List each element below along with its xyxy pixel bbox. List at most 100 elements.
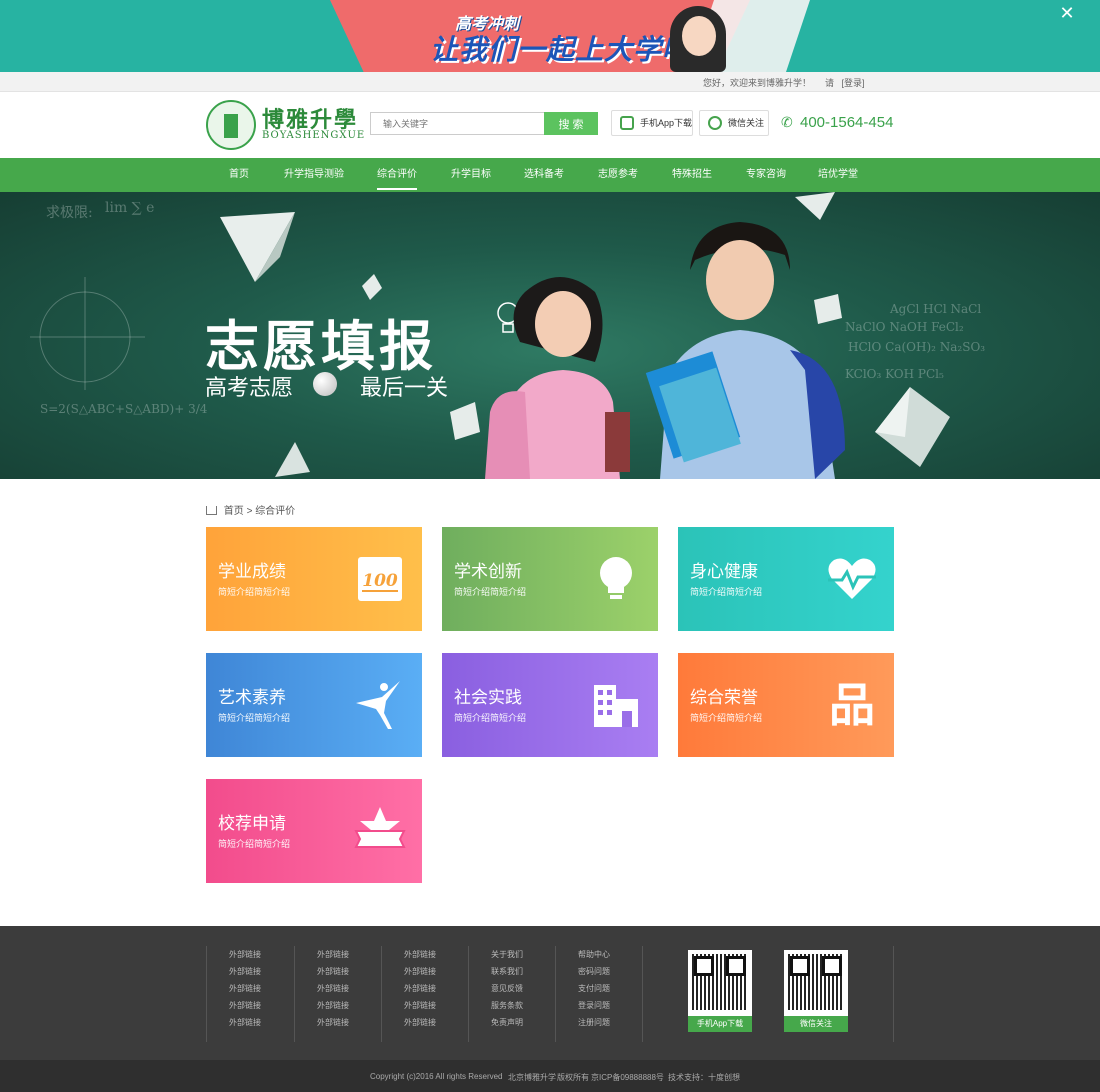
chalk-formula: lim ∑ e [105, 200, 155, 216]
card-art[interactable]: 艺术素养 简短介绍简短介绍 [206, 653, 422, 757]
footer-link-about[interactable]: 关于我们 [469, 946, 556, 963]
footer-link-help[interactable]: 帮助中心 [556, 946, 642, 963]
footer-divider [893, 946, 894, 1042]
card-desc: 简短介绍简短介绍 [690, 587, 763, 597]
nav-item-home[interactable]: 首页 [229, 158, 249, 192]
app-download-label: 手机App下载 [640, 118, 693, 128]
qr-code-icon [692, 954, 748, 1010]
card-title: 身心健康 [690, 562, 758, 581]
footer-link-contact[interactable]: 联系我们 [469, 963, 556, 980]
footer-link[interactable]: 外部链接 [295, 963, 382, 980]
footer-link[interactable]: 外部链接 [382, 963, 469, 980]
breadcrumb-current: 综合评价 [255, 506, 296, 517]
promo-model-face [682, 16, 716, 56]
logo-emblem-icon[interactable] [206, 100, 256, 150]
footer-link[interactable]: 外部链接 [295, 997, 382, 1014]
wechat-qr-code: 微信关注 [784, 950, 848, 1032]
breadcrumb-home[interactable]: 首页 [224, 506, 244, 517]
copyright-company: 北京博雅升学 [508, 1073, 556, 1082]
tech-support: 技术支持：十度创想 [668, 1073, 740, 1082]
search-button[interactable]: 搜 索 [544, 112, 598, 135]
promo-banner[interactable]: 高考冲刺 让我们一起上大学吧 ✕ [0, 0, 1100, 72]
wechat-follow-label: 微信关注 [728, 118, 765, 128]
nav-item-goals[interactable]: 升学目标 [451, 158, 491, 192]
login-area: 请 [登录] [825, 76, 865, 89]
app-qr-code: 手机App下载 [688, 950, 752, 1032]
card-title: 校荐申请 [218, 814, 286, 833]
footer-link[interactable]: 外部链接 [382, 997, 469, 1014]
footer-link[interactable]: 外部链接 [382, 1014, 469, 1031]
chalk-formula: HClO Ca(OH)₂ Na₂SO₃ [848, 340, 986, 354]
footer-link[interactable]: 外部链接 [382, 980, 469, 997]
logo-building-shape [224, 114, 238, 138]
qr-code-icon [788, 954, 844, 1010]
star-badge-icon [354, 807, 406, 848]
card-desc: 简短介绍简短介绍 [218, 713, 291, 723]
footer-link-payment[interactable]: 支付问题 [556, 980, 642, 997]
nav-item-academy[interactable]: 培优学堂 [818, 158, 858, 192]
copyright-bar: Copyright (c)2016 All rights Reserved 北京… [0, 1060, 1100, 1092]
nav-item-application-ref[interactable]: 志愿参考 [598, 158, 638, 192]
top-strip: 您好，欢迎来到博雅升学！ 请 [登录] [0, 72, 1100, 92]
footer-column: 帮助中心 密码问题 支付问题 登录问题 注册问题 [555, 946, 643, 1042]
footer-link-feedback[interactable]: 意见反馈 [469, 980, 556, 997]
footer-link[interactable]: 外部链接 [207, 997, 294, 1014]
close-icon[interactable]: ✕ [1056, 2, 1078, 24]
card-academic-innovation[interactable]: 学术创新 简短介绍简短介绍 [442, 527, 658, 631]
footer-link[interactable]: 外部链接 [295, 980, 382, 997]
card-title: 学术创新 [454, 562, 522, 581]
paper-cube-shape [362, 274, 382, 300]
app-download-button[interactable]: 手机App下载 [611, 110, 693, 136]
nav-item-comprehensive[interactable]: 综合评价 [377, 158, 417, 192]
footer-link[interactable]: 外部链接 [382, 946, 469, 963]
nav-item-special-enroll[interactable]: 特殊招生 [672, 158, 712, 192]
card-social-practice[interactable]: 社会实践 简短介绍简短介绍 [442, 653, 658, 757]
copyright-text: Copyright (c)2016 All rights Reserved [370, 1072, 503, 1081]
logo-subtitle: BOYASHENGXUE [262, 130, 366, 141]
footer-link-password[interactable]: 密码问题 [556, 963, 642, 980]
footer-link[interactable]: 外部链接 [207, 963, 294, 980]
female-student-image [485, 277, 630, 479]
card-honors[interactable]: 综合荣誉 简短介绍简短介绍 品 [678, 653, 894, 757]
chalk-circle-diagram [30, 277, 145, 390]
card-school-recommend[interactable]: 校荐申请 简短介绍简短介绍 [206, 779, 422, 883]
paper-cube-shape [275, 442, 310, 477]
footer-link[interactable]: 外部链接 [207, 1014, 294, 1031]
nav-item-guidance-test[interactable]: 升学指导测验 [284, 158, 344, 192]
card-desc: 简短介绍简短介绍 [218, 839, 291, 849]
footer-column: 外部链接 外部链接 外部链接 外部链接 外部链接 [206, 946, 294, 1042]
mobile-app-icon [620, 116, 634, 130]
hero-subtitle-right: 最后一关 [360, 375, 449, 400]
chalk-formula: AgCl HCl NaCl [890, 302, 982, 316]
card-desc: 简短介绍简短介绍 [454, 587, 527, 597]
card-desc: 简短介绍简短介绍 [454, 713, 527, 723]
login-link[interactable]: [登录] [842, 78, 865, 88]
footer-link-register-issue[interactable]: 注册问题 [556, 1014, 642, 1031]
paper-cube-shape [875, 387, 950, 467]
footer-link-disclaimer[interactable]: 免责声明 [469, 1014, 556, 1031]
nav-item-expert[interactable]: 专家咨询 [746, 158, 786, 192]
footer-link[interactable]: 外部链接 [295, 946, 382, 963]
home-icon [206, 506, 217, 515]
greeting-text: 您好，欢迎来到博雅升学！ [703, 78, 812, 88]
footer-link[interactable]: 外部链接 [207, 946, 294, 963]
card-health[interactable]: 身心健康 简短介绍简短介绍 [678, 527, 894, 631]
footer-link-terms[interactable]: 服务条款 [469, 997, 556, 1014]
hero-banner[interactable]: 求极限: lim ∑ e S=2(S△ABC+S△ABD)+ 3/4 AgCl … [0, 192, 1100, 479]
card-academic-score[interactable]: 学业成绩 简短介绍简短介绍 100 [206, 527, 422, 631]
card-desc: 简短介绍简短介绍 [218, 587, 291, 597]
footer-link[interactable]: 外部链接 [207, 980, 294, 997]
qr-wx-caption: 微信关注 [784, 1016, 848, 1032]
hero-subtitle-left: 高考志愿 [205, 375, 294, 400]
nav-item-subject-prep[interactable]: 选科备考 [524, 158, 564, 192]
male-student-image [645, 222, 845, 479]
search-input[interactable] [370, 112, 545, 135]
phone-icon: ✆ [781, 114, 793, 130]
icp-number[interactable]: 京ICP备09888888号 [591, 1072, 664, 1083]
footer-link[interactable]: 外部链接 [295, 1014, 382, 1031]
footer-link-login-issue[interactable]: 登录问题 [556, 997, 642, 1014]
copyright-rights: 版权所有 [557, 1073, 589, 1082]
wechat-follow-button[interactable]: 微信关注 [699, 110, 769, 136]
login-prefix: 请 [825, 78, 835, 88]
dancer-icon [356, 681, 400, 729]
